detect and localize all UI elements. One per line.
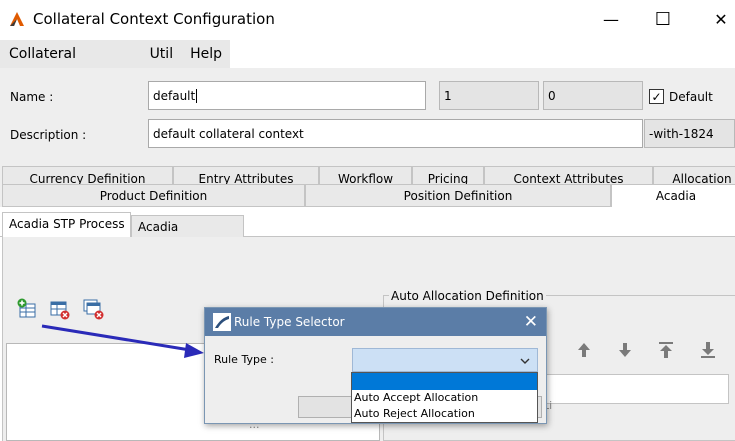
tab-workflow[interactable]: Workflow [319,166,412,185]
suffix-field: -with-1824 [644,119,735,148]
default-checkbox[interactable]: ✓ [649,89,664,104]
rule-type-dropdown-list: Auto Accept Allocation Auto Reject Alloc… [351,372,538,423]
menu-help[interactable]: Help [181,40,230,68]
chevron-down-icon [520,358,530,364]
auto-allocation-title: Auto Allocation Definition [389,289,546,303]
dropdown-option-empty[interactable] [352,373,537,390]
menu-bar: Collateral Context Util Help [0,40,230,90]
add-rule-icon[interactable] [16,298,38,320]
move-bottom-icon[interactable] [697,339,719,361]
tab-pricing[interactable]: Pricing [412,166,484,185]
tab-entry-attributes[interactable]: Entry Attributes [173,166,319,185]
tab-context-attributes[interactable]: Context Attributes [484,166,653,185]
menu-collateral-context[interactable]: Collateral Context [0,40,141,90]
dialog-titlebar: Rule Type Selector ✕ [205,308,546,336]
header-form: Name : default 1 0 ✓ Default Description… [0,68,735,153]
description-input[interactable]: default collateral context [148,119,643,148]
main-tabs: Currency Definition Entry Attributes Wor… [0,153,735,213]
name-input[interactable]: default [148,81,426,110]
dialog-close-button[interactable]: ✕ [524,312,538,332]
tab-currency-definition[interactable]: Currency Definition [2,166,173,185]
window-title: Collateral Context Configuration [33,10,275,28]
delete-rule-icon[interactable] [49,299,71,321]
sub-tabs: Acadia STP Process Acadia Processing [0,207,735,256]
name-input-value: default [153,89,196,103]
dropdown-option-auto-accept[interactable]: Auto Accept Allocation [352,390,537,406]
field-one: 1 [439,81,539,110]
window-titlebar: Collateral Context Configuration — ☐ ✕ [0,0,735,38]
minimize-button[interactable]: — [596,7,626,31]
move-up-icon[interactable] [573,339,595,361]
move-top-icon[interactable] [655,339,677,361]
field-zero: 0 [543,81,643,110]
description-label: Description : [10,128,87,142]
app-logo-icon [10,12,24,26]
delete-all-icon[interactable] [83,299,105,321]
dialog-app-icon [213,313,231,331]
tab-position-definition[interactable]: Position Definition [305,184,611,207]
dropdown-option-auto-reject[interactable]: Auto Reject Allocation [352,406,537,422]
maximize-button[interactable]: ☐ [648,7,678,31]
close-button[interactable]: ✕ [706,7,735,31]
menu-util[interactable]: Util [141,40,182,68]
move-down-icon[interactable] [614,339,636,361]
subtab-acadia-stp-process[interactable]: Acadia STP Process [2,212,131,238]
rule-type-label: Rule Type : [214,353,274,366]
tab-product-definition[interactable]: Product Definition [2,184,305,207]
dialog-title: Rule Type Selector [234,315,345,329]
rule-type-combobox[interactable] [352,348,538,372]
tab-allocation[interactable]: Allocation [653,166,735,185]
tab-acadia[interactable]: Acadia [611,184,735,207]
name-label: Name : [10,90,54,104]
default-label: Default [669,90,713,104]
